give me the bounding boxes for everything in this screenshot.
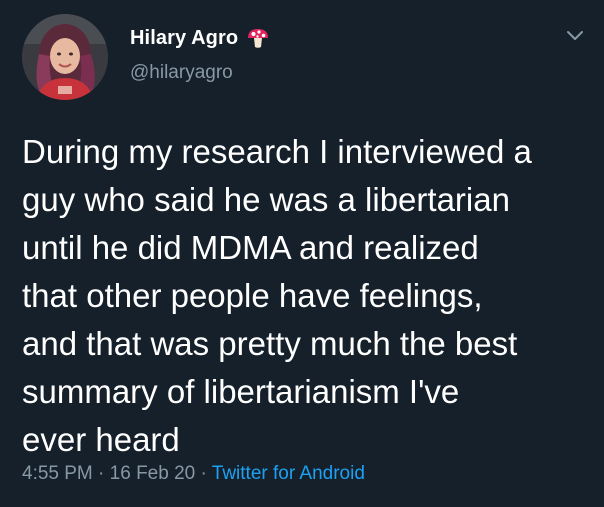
mushroom-icon [246, 26, 270, 50]
avatar[interactable] [22, 14, 108, 100]
tweet-source-link[interactable]: Twitter for Android [212, 463, 365, 484]
tweet-time[interactable]: 4:55 PM [22, 463, 93, 484]
avatar-image [22, 14, 108, 100]
meta-separator: · [200, 463, 207, 484]
meta-separator: · [98, 463, 105, 484]
tweet-card[interactable]: Hilary Agro @hilaryagro During my resear… [0, 0, 604, 507]
display-name[interactable]: Hilary Agro [130, 27, 238, 50]
tweet-text: During my research I interviewed a guy w… [22, 133, 532, 458]
author-row: Hilary Agro [130, 24, 270, 52]
author-handle[interactable]: @hilaryagro [130, 62, 233, 84]
tweet-meta: 4:55 PM · 16 Feb 20 · Twitter for Androi… [22, 463, 365, 485]
tweet-date[interactable]: 16 Feb 20 [110, 463, 196, 484]
chevron-down-icon[interactable] [565, 28, 585, 44]
